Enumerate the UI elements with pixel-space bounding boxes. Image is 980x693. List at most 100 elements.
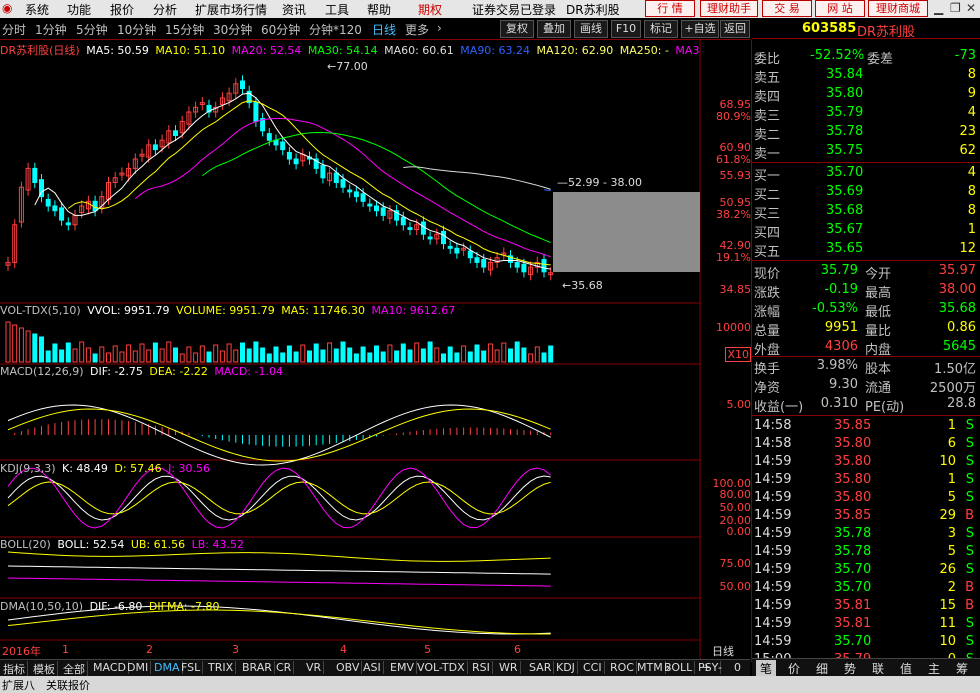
period-tab[interactable]: 30分钟 bbox=[213, 21, 252, 38]
status-tab[interactable]: 扩展八 bbox=[2, 677, 35, 693]
indicator-tab[interactable]: VR bbox=[304, 661, 325, 674]
detail-tab[interactable]: 细 bbox=[812, 660, 832, 677]
period-tab[interactable]: 5分钟 bbox=[76, 21, 108, 38]
candle-body bbox=[400, 216, 406, 226]
menu-function[interactable]: 功能 bbox=[67, 1, 91, 18]
macd-legend: MACD(12,26,9) DIF: -2.75 DEA: -2.22 MACD… bbox=[0, 365, 283, 378]
tick-price: 35.85 bbox=[834, 508, 872, 523]
indicator-tab[interactable]: 指标 bbox=[1, 661, 28, 677]
indicator-tab[interactable]: ROC bbox=[608, 661, 637, 674]
stock-code: 603585 bbox=[802, 21, 857, 36]
draw-button[interactable]: 画线 bbox=[574, 20, 608, 38]
kdj-k-line bbox=[7, 475, 551, 521]
kdj-j-label: J: 30.56 bbox=[168, 462, 211, 475]
f10-button[interactable]: F10 bbox=[611, 20, 641, 38]
overlay-button[interactable]: 叠加 bbox=[537, 20, 571, 38]
tick-row: 14:59 35.80 10 S bbox=[752, 453, 980, 471]
stat-label: 流通 bbox=[865, 381, 892, 396]
restore-icon[interactable]: ❐ bbox=[950, 1, 961, 15]
indicator-tab[interactable]: DMI bbox=[125, 661, 152, 674]
boll-ub-label: UB: 61.56 bbox=[130, 538, 186, 551]
indicator-tab[interactable]: 全部 bbox=[61, 661, 88, 677]
quote-button[interactable]: 行 情 bbox=[645, 0, 695, 17]
macd-dif-line bbox=[7, 404, 551, 466]
menu-extended-market[interactable]: 扩展市场行情 bbox=[195, 1, 267, 18]
website-button[interactable]: 网 站 bbox=[815, 0, 865, 17]
detail-tab[interactable]: 联 bbox=[868, 660, 888, 677]
add-watchlist-button[interactable]: +自选 bbox=[681, 20, 719, 38]
indicator-tab[interactable]: CR bbox=[274, 661, 295, 674]
menu-news[interactable]: 资讯 bbox=[282, 1, 306, 18]
indicator-tab[interactable]: RSI bbox=[470, 661, 493, 674]
period-tab-active[interactable]: 日线 bbox=[372, 21, 396, 38]
indicator-tab[interactable]: 模板 bbox=[31, 661, 58, 677]
detail-tab[interactable]: 势 bbox=[840, 660, 860, 677]
trade-button[interactable]: 交 易 bbox=[762, 0, 812, 17]
menu-quote[interactable]: 报价 bbox=[110, 1, 134, 18]
menu-analysis[interactable]: 分析 bbox=[153, 1, 177, 18]
mall-button[interactable]: 理财商城 bbox=[868, 0, 928, 17]
period-tab[interactable]: 分时 bbox=[2, 21, 26, 38]
tab-nav-button[interactable]: 0 bbox=[732, 661, 743, 674]
tab-nav-button[interactable]: - bbox=[716, 661, 724, 674]
tab-nav-button[interactable]: + bbox=[700, 661, 713, 674]
indicator-tab[interactable]: DMA bbox=[152, 661, 183, 674]
tick-side: S bbox=[965, 490, 974, 505]
indicator-tab[interactable]: TRIX bbox=[206, 661, 237, 674]
volume-bar bbox=[206, 351, 212, 363]
indicator-tab[interactable]: BRAR bbox=[240, 661, 275, 674]
tab-scroll-right-icon[interactable]: › bbox=[664, 661, 672, 674]
stat-label: 净资 bbox=[754, 381, 781, 396]
period-tab[interactable]: 60分钟 bbox=[261, 21, 300, 38]
menu-system[interactable]: 系统 bbox=[25, 1, 49, 18]
status-tab[interactable]: 关联报价 bbox=[46, 677, 90, 693]
vol-axis-label: 10000 bbox=[716, 321, 751, 334]
volume-bar bbox=[434, 347, 440, 363]
stat-label: 股本 bbox=[865, 362, 892, 377]
indicator-tab[interactable]: KDJ bbox=[554, 661, 578, 674]
mark-button[interactable]: 标记 bbox=[644, 20, 678, 38]
tick-row: 14:59 35.81 11 S bbox=[752, 615, 980, 633]
more-menu[interactable]: 更多 bbox=[405, 21, 429, 38]
volume-bar bbox=[286, 345, 292, 363]
indicator-tab[interactable]: SAR bbox=[527, 661, 555, 674]
period-tab[interactable]: 分钟*120 bbox=[309, 21, 362, 38]
detail-tab[interactable]: 筹 bbox=[952, 660, 972, 677]
period-tab[interactable]: 15分钟 bbox=[165, 21, 204, 38]
back-button[interactable]: 返回 bbox=[720, 20, 750, 38]
chart-area[interactable]: DR苏利股(日线) MA5: 50.59 MA10: 51.10 MA20: 5… bbox=[0, 40, 752, 662]
tick-volume: 15 bbox=[939, 598, 956, 613]
adjust-button[interactable]: 复权 bbox=[500, 20, 534, 38]
chevron-right-icon[interactable]: › bbox=[437, 21, 442, 35]
tick-side: S bbox=[965, 526, 974, 541]
period-tab[interactable]: 10分钟 bbox=[117, 21, 156, 38]
tick-time: 14:59 bbox=[754, 526, 792, 541]
indicator-tab[interactable]: OBV bbox=[334, 661, 363, 674]
indicator-tab[interactable]: MACD bbox=[91, 661, 129, 674]
detail-tab[interactable]: 价 bbox=[784, 660, 804, 677]
indicator-tab[interactable]: FSL bbox=[179, 661, 204, 674]
stat-row: 涨跌 -0.19 最高 38.00 bbox=[752, 281, 980, 301]
high-marker: ←77.00 bbox=[327, 60, 368, 73]
detail-tab[interactable]: 值 bbox=[896, 660, 916, 677]
indicator-tab[interactable]: CCI bbox=[581, 661, 605, 674]
close-icon[interactable]: ✕ bbox=[966, 1, 976, 15]
indicator-tab[interactable]: VOL-TDX bbox=[415, 661, 468, 674]
indicator-tab[interactable]: EMV bbox=[388, 661, 417, 674]
bid-volume: 1 bbox=[967, 222, 976, 237]
tick-row: 14:59 35.70 2 B bbox=[752, 579, 980, 597]
menu-futures[interactable]: 期权 bbox=[418, 1, 442, 18]
minimize-icon[interactable]: ▁ bbox=[934, 1, 943, 15]
volume-bar bbox=[501, 342, 507, 363]
menu-tools[interactable]: 工具 bbox=[325, 1, 349, 18]
indicator-tab[interactable]: ASI bbox=[361, 661, 384, 674]
advisor-button[interactable]: 理财助手 bbox=[700, 0, 758, 17]
volume-bar bbox=[152, 342, 158, 363]
ma-extra-label: MA3 bbox=[675, 44, 700, 57]
detail-tab[interactable]: 主 bbox=[924, 660, 944, 677]
detail-tab[interactable]: 笔 bbox=[756, 660, 777, 677]
volume-bar bbox=[534, 346, 540, 363]
menu-help[interactable]: 帮助 bbox=[367, 1, 391, 18]
indicator-tab[interactable]: WR bbox=[497, 661, 521, 674]
period-tab[interactable]: 1分钟 bbox=[35, 21, 67, 38]
